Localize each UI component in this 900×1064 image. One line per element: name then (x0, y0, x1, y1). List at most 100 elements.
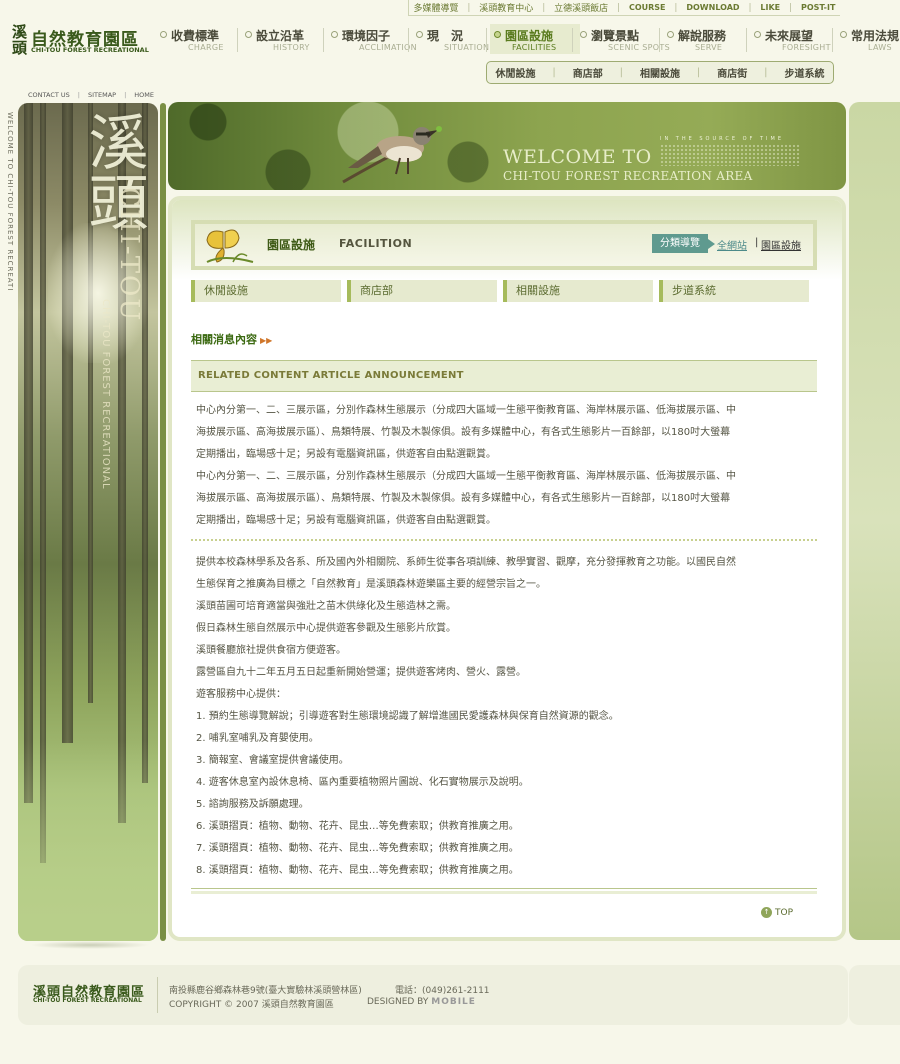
content-paragraph-1: 中心內分第一、二、三展示區，分別作森林生態展示（分成四大區域一生態平衡教育區、海… (196, 400, 816, 532)
welcome-banner: IN THE SOURCE OF TIME WELCOME TO CHI-TOU… (168, 102, 846, 190)
divider: | (542, 2, 546, 13)
nav-item-sublabel: SITUATION (444, 43, 490, 52)
text-line: 提供本校森林學系及各系、所及國內外相關院、系師生從事各項訓練、教學實習、觀摩，充… (196, 557, 736, 568)
topbar-link-hotel[interactable]: 立德溪頭飯店 (554, 1, 608, 14)
tab-shop[interactable]: 商店部 (347, 280, 497, 302)
divider (157, 977, 158, 1013)
page-title: 園區設施 (267, 238, 316, 252)
divider (486, 28, 487, 52)
divider: | (77, 91, 80, 99)
footer-right-decor (849, 965, 900, 1025)
nav-item-sublabel: SCENIC SPOTS (608, 43, 670, 52)
topbar-link-download[interactable]: DOWNLOAD (686, 3, 739, 12)
breadcrumb-link-current[interactable]: 園區設施 (761, 237, 801, 252)
subnav-item-shop-street[interactable]: 商店街 (717, 65, 747, 80)
banner-welcome-line2: CHI-TOU FOREST RECREATION AREA (503, 169, 753, 183)
nav-item-label: 環境因子 (342, 29, 391, 43)
nav-item-label: 現 況 (427, 29, 464, 43)
back-to-top-label: TOP (775, 907, 794, 918)
butterfly-icon (206, 229, 254, 263)
divider: | (619, 67, 624, 78)
tab-related[interactable]: 相關設施 (503, 280, 653, 302)
nav-item-sublabel: HISTORY (273, 43, 310, 52)
topbar-link-like[interactable]: LIKE (760, 3, 780, 12)
divider: | (617, 2, 621, 13)
subnav-item-leisure[interactable]: 休閒設施 (495, 65, 535, 80)
bird-icon (342, 126, 442, 184)
contact-us-link[interactable]: CONTACT US (28, 91, 70, 99)
divider: | (696, 67, 701, 78)
bullet-icon (580, 31, 587, 38)
topbar-link-postit[interactable]: POST-IT (801, 3, 835, 12)
dotted-divider (191, 539, 817, 541)
text-line: 海拔展示區、高海拔展示區）、鳥類特展、竹製及木製傢俱。設有多媒體中心，有各式生態… (196, 493, 731, 504)
text-line: 生態保育之推廣為目標之「自然教育」是溪頭森林遊樂區主要的經營宗旨之一。 (196, 579, 546, 590)
page-title-en: FACILITION (339, 237, 413, 250)
forest-image-panel: 溪頭 CHI-TOU CHI-TOU FOREST RECREATIONAL (18, 103, 158, 941)
tree-trunk (62, 103, 73, 743)
panel-shadow (30, 941, 150, 949)
content-paragraph-2: 提供本校森林學系及各系、所及國內外相關院、系師生從事各項訓練、教學實習、觀摩，充… (196, 552, 816, 882)
divider: | (764, 67, 768, 78)
nav-item-label: 收費標準 (171, 29, 220, 43)
text-line: 定期播出，臨場感十足；另設有電腦資訊區，供遊客自由點選觀賞。 (196, 515, 496, 526)
home-link[interactable]: HOME (134, 91, 154, 99)
footer-phone: 電話：(049)261-2111 (395, 986, 490, 996)
sitemap-link[interactable]: SITEMAP (88, 91, 116, 99)
left-accent-bar (160, 103, 166, 941)
text-line: 3. 簡報室、會議室提供會議使用。 (196, 755, 349, 766)
footer-designed-by: DESIGNED BY MOBILE (367, 997, 476, 1007)
sub-nav: 休閒設施 | 商店部 | 相關設施 | 商店街 | 步道系統 (486, 61, 834, 84)
bullet-icon (245, 31, 252, 38)
tab-trail[interactable]: 步道系統 (659, 280, 809, 302)
divider: | (674, 2, 678, 13)
nav-item-sublabel: FORESIGHT (782, 43, 831, 52)
topbar-link-education-center[interactable]: 溪頭教育中心 (479, 1, 533, 14)
divider: | (467, 2, 471, 13)
footer-address: 南投縣鹿谷鄉森林巷9號(臺大實驗林溪頭營林區) (169, 986, 362, 996)
text-line: 遊客服務中心提供： (196, 689, 286, 700)
divider (408, 28, 409, 52)
text-line: 中心內分第一、二、三展示區，分別作森林生態展示（分成四大區域一生態平衡教育區、海… (196, 471, 736, 482)
subnav-item-related[interactable]: 相關設施 (640, 65, 680, 80)
footer-logo-subtitle: CHI-TOU FOREST RECREATIONAL (33, 997, 142, 1004)
breadcrumb-bar: 園區設施 FACILITION 分類導覽 全網站 | 園區設施 (191, 220, 817, 270)
nav-item-label: 常用法規 (851, 29, 900, 43)
nav-item-label: 未來展望 (765, 29, 814, 43)
designed-by-label: DESIGNED BY (367, 997, 429, 1007)
tree-trunk (24, 103, 33, 803)
nav-item-label: 解說服務 (678, 29, 727, 43)
panel-vertical-en: CHI-TOU (114, 187, 144, 323)
panel-fade (18, 741, 158, 941)
bullet-icon (667, 31, 674, 38)
designer-brand[interactable]: MOBILE (431, 997, 476, 1007)
section-title-text: 相關消息內容 (191, 333, 257, 346)
back-to-top-link[interactable]: ↑ TOP (761, 907, 793, 918)
divider (237, 28, 238, 52)
nav-item-label: 設立沿革 (256, 29, 305, 43)
divider: | (552, 67, 556, 78)
topbar-link-multimedia[interactable]: 多媒體導覽 (413, 1, 458, 14)
banner-dot-texture (660, 144, 800, 166)
topbar-link-course[interactable]: COURSE (629, 3, 666, 12)
tab-leisure[interactable]: 休閒設施 (191, 280, 341, 302)
nav-item-sublabel: LAWS (868, 43, 892, 52)
divider (746, 28, 747, 52)
bullet-icon (754, 31, 761, 38)
text-line: 8. 溪頭摺頁：植物、動物、花卉、昆虫…等免費索取；供教育推廣之用。 (196, 865, 519, 876)
nav-item-label: 瀏覽景點 (591, 29, 640, 43)
utility-links: CONTACT US | SITEMAP | HOME (28, 91, 154, 99)
divider: | (755, 237, 759, 248)
divider (572, 28, 573, 52)
subnav-item-shop[interactable]: 商店部 (573, 65, 603, 80)
text-line: 露營區自九十二年五月五日起重新開始營運；提供遊客烤肉、營火、露營。 (196, 667, 526, 678)
section-title: 相關消息內容 ▶▶ (191, 331, 272, 347)
breadcrumb-link-all[interactable]: 全網站 (717, 237, 747, 252)
subnav-item-trail[interactable]: 步道系統 (784, 65, 824, 80)
divider (323, 28, 324, 52)
site-logo[interactable]: 溪頭 自然教育園區 CHI-TOU FOREST RECREATIONAL (12, 24, 152, 60)
bullet-icon (160, 31, 167, 38)
text-line: 2. 哺乳室哺乳及育嬰使用。 (196, 733, 319, 744)
text-line: 海拔展示區、高海拔展示區）、鳥類特展、竹製及木製傢俱。設有多媒體中心，有各式生態… (196, 427, 731, 438)
text-line: 1. 預約生態導覽解說；引導遊客對生態環境認識了解增進國民愛護森林與保育自然資源… (196, 711, 619, 722)
